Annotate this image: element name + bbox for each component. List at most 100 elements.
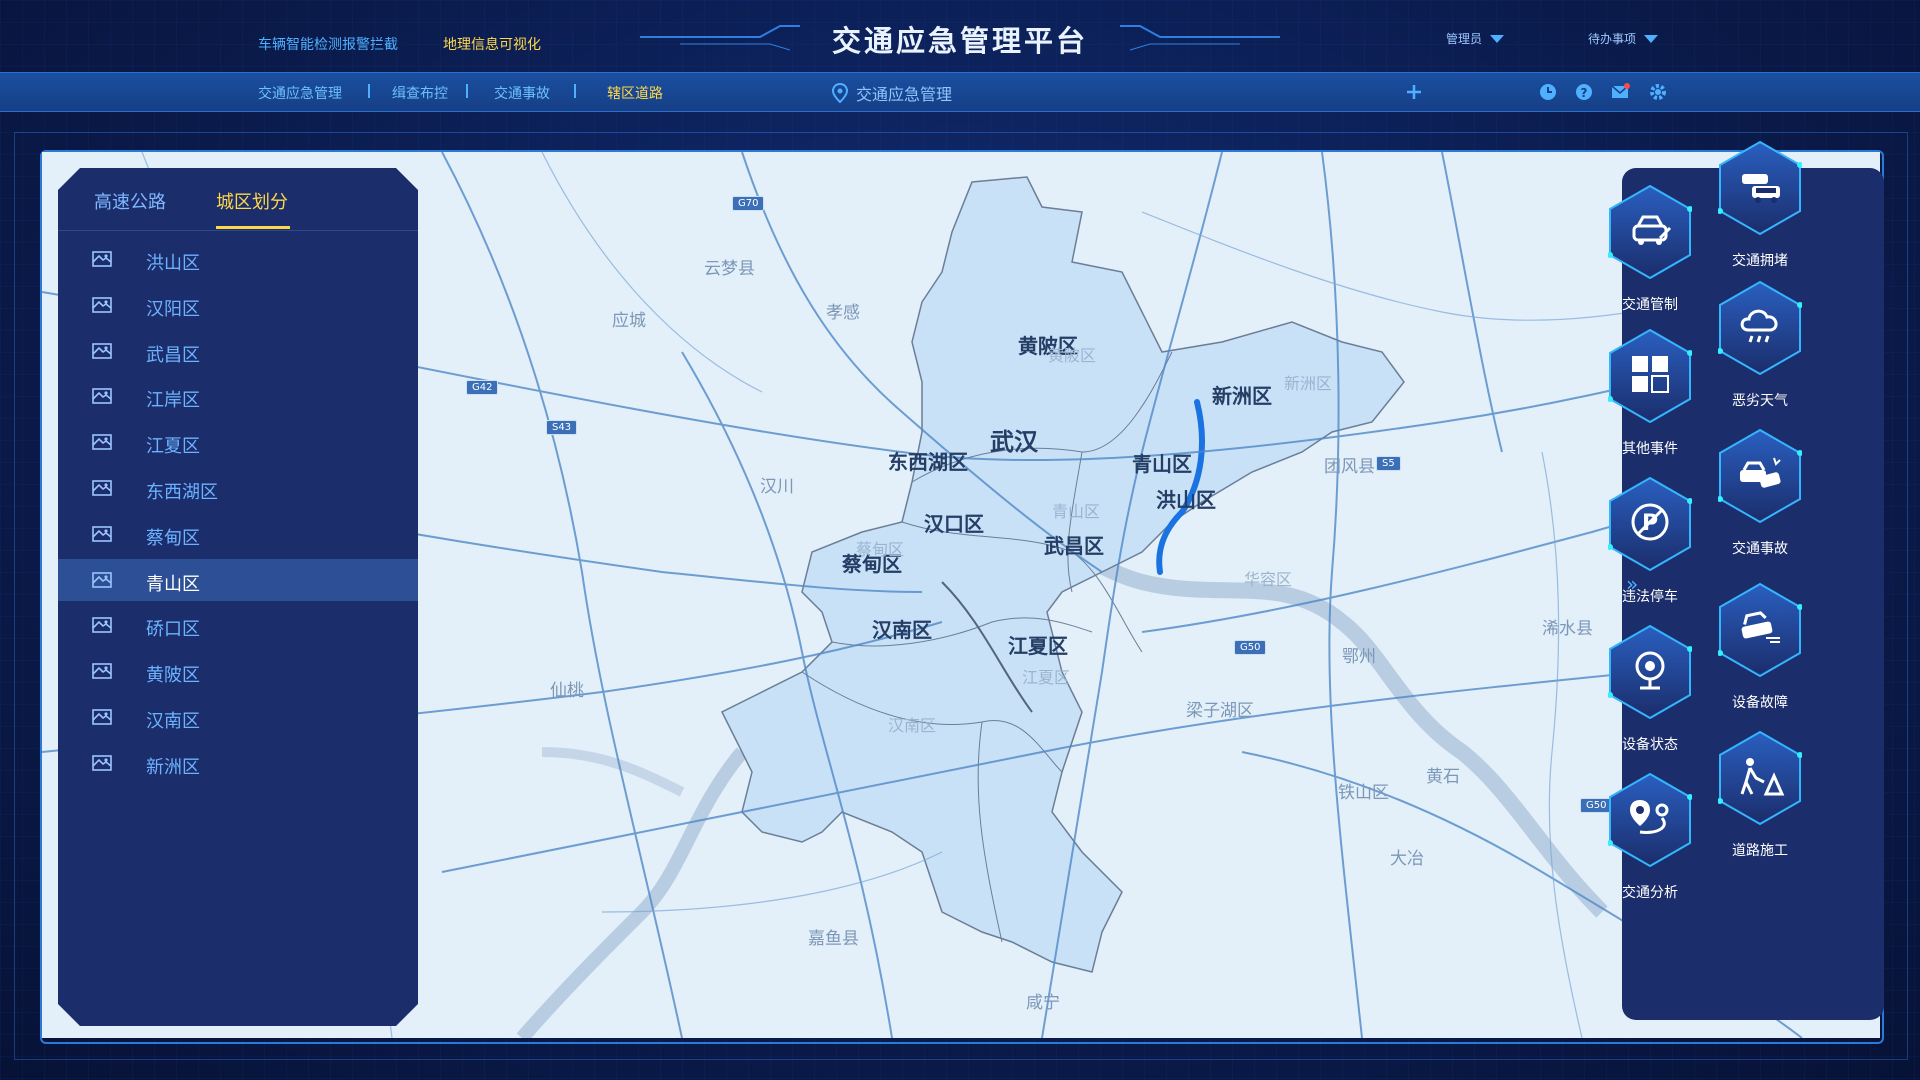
map-icon — [92, 571, 112, 588]
route-pin-icon — [1630, 800, 1669, 834]
district-item-label: 新洲区 — [146, 756, 200, 778]
map-icon — [92, 480, 112, 496]
map-place-label: 梁子湖区 — [1186, 701, 1254, 721]
district-item-label: 黄陂区 — [146, 665, 200, 687]
district-panel: 高速公路 城区划分 洪山区汉阳区武昌区江岸区江夏区东西湖区蔡甸区青山区硚口区黄陂… — [58, 168, 418, 1026]
map-place-label: 铁山区 — [1338, 783, 1389, 803]
map-place-label: 鄂州 — [1342, 647, 1376, 667]
map-icon — [92, 525, 112, 542]
map-district-label: 新洲区 — [1212, 384, 1272, 408]
car-control-icon — [1632, 215, 1672, 245]
map-icon — [92, 342, 112, 359]
map-icon — [92, 388, 112, 405]
district-item[interactable]: 蔡甸区 — [58, 513, 418, 555]
tool-grid[interactable]: 其他事件 — [1595, 328, 1705, 468]
tool-label: 交通管制 — [1622, 297, 1678, 313]
nav-separator — [574, 84, 576, 98]
tool-rain-cloud[interactable]: 恶劣天气 — [1705, 280, 1815, 420]
map-icon — [92, 617, 112, 634]
nav-item-accident[interactable]: 交通事故 — [494, 83, 550, 103]
todo-menu-label: 待办事项 — [1588, 32, 1637, 46]
nav-separator — [368, 84, 370, 98]
map-city-label: 武汉 — [990, 428, 1038, 456]
tool-car-control[interactable]: 交通管制 — [1595, 184, 1705, 324]
district-item[interactable]: 汉南区 — [58, 696, 418, 738]
admin-menu-label: 管理员 — [1446, 32, 1483, 46]
map-place-label: 仙桃 — [550, 681, 584, 701]
map-place-label: 应城 — [612, 311, 646, 331]
gear-icon[interactable] — [1648, 82, 1668, 102]
tool-label: 设备状态 — [1622, 737, 1678, 753]
district-item[interactable]: 汉阳区 — [58, 284, 418, 326]
grid-icon — [1632, 356, 1669, 393]
location-pin-icon — [832, 83, 848, 103]
admin-menu[interactable]: 管理员 — [1446, 30, 1505, 47]
mail-icon[interactable] — [1610, 82, 1630, 102]
district-item[interactable]: 硚口区 — [58, 604, 418, 646]
no-parking-icon: P — [1631, 503, 1669, 541]
tab-city-district[interactable]: 城区划分 — [216, 188, 288, 214]
map-icon — [92, 754, 112, 771]
district-item[interactable]: 黄陂区 — [58, 650, 418, 692]
plus-icon[interactable] — [1404, 82, 1424, 102]
district-item-label: 汉阳区 — [146, 298, 200, 320]
nav-item-emergency[interactable]: 交通应急管理 — [258, 83, 342, 103]
tool-road-work[interactable]: 道路施工 — [1705, 730, 1815, 870]
district-item[interactable]: 洪山区 — [58, 238, 418, 280]
top-bar: 交通应急管理平台 车辆智能检测报警拦截 地理信息可视化 管理员 待办事项 — [0, 0, 1920, 72]
tool-route-pin[interactable]: 交通分析 — [1595, 772, 1705, 912]
map-place-label: 大冶 — [1390, 849, 1424, 869]
map-icon — [92, 663, 112, 679]
district-item-label: 江岸区 — [146, 390, 200, 412]
road-tag: S5 — [1376, 456, 1401, 471]
district-item[interactable]: 青山区 — [58, 558, 418, 601]
map-district-label: 武昌区 — [1044, 534, 1104, 558]
tool-label: 道路施工 — [1732, 843, 1788, 859]
nav-item-roads[interactable]: 辖区道路 — [607, 83, 663, 103]
clock-icon[interactable] — [1538, 82, 1558, 102]
tab-expressway[interactable]: 高速公路 — [94, 188, 166, 214]
active-tab-indicator — [216, 226, 290, 229]
tool-label: 交通分析 — [1622, 885, 1678, 901]
map-faint-label: 华容区 — [1244, 570, 1293, 589]
map-district-label: 青山区 — [1132, 452, 1192, 476]
tool-no-parking[interactable]: P 违法停车 — [1595, 476, 1705, 616]
todo-menu[interactable]: 待办事项 — [1588, 30, 1659, 47]
district-item[interactable]: 江夏区 — [58, 421, 418, 463]
nav-item-control[interactable]: 缉查布控 — [392, 83, 448, 103]
map-place-label: 咸宁 — [1026, 993, 1060, 1013]
district-item[interactable]: 武昌区 — [58, 330, 418, 372]
map-faint-label: 新洲区 — [1284, 374, 1333, 393]
map-place-label: 黄石 — [1426, 767, 1460, 787]
tool-camera[interactable]: 设备状态 — [1595, 624, 1705, 764]
tool-label: 交通拥堵 — [1732, 253, 1788, 269]
map-faint-label: 汉南区 — [888, 716, 937, 735]
current-location: 交通应急管理 — [832, 81, 952, 105]
top-link-vehicle-detection[interactable]: 车辆智能检测报警拦截 — [258, 34, 398, 54]
device-fault-icon — [1741, 611, 1780, 643]
district-item-label: 硚口区 — [146, 619, 200, 641]
map-place-label: 麻城 — [1410, 152, 1444, 155]
district-item[interactable]: 江岸区 — [58, 375, 418, 417]
district-item-label: 蔡甸区 — [146, 527, 200, 549]
tool-device-fault[interactable]: 设备故障 — [1705, 582, 1815, 722]
district-item-label: 洪山区 — [146, 253, 200, 274]
map-faint-label: 江夏区 — [1022, 668, 1071, 687]
map-district-label: 洪山区 — [1156, 488, 1216, 512]
rain-cloud-icon — [1740, 309, 1778, 343]
district-item[interactable]: 东西湖区 — [58, 467, 418, 509]
district-item[interactable]: 新洲区 — [58, 742, 418, 784]
district-item-label: 东西湖区 — [146, 482, 218, 503]
map-place-label: 云梦县 — [704, 259, 755, 279]
chevron-down-icon — [1644, 34, 1659, 43]
map-icon — [92, 251, 112, 267]
district-item-label: 汉南区 — [146, 711, 200, 732]
tool-label: 设备故障 — [1732, 695, 1788, 711]
tool-traffic-jam[interactable]: 交通拥堵 — [1705, 140, 1815, 280]
map-place-label: 孝感 — [826, 303, 860, 323]
tool-car-accident[interactable]: 交通事故 — [1705, 428, 1815, 568]
top-link-geo-visualization[interactable]: 地理信息可视化 — [443, 34, 541, 54]
help-icon[interactable]: ? — [1574, 82, 1594, 102]
district-item-label: 江夏区 — [146, 436, 200, 458]
map-district-label: 江夏区 — [1008, 634, 1068, 658]
